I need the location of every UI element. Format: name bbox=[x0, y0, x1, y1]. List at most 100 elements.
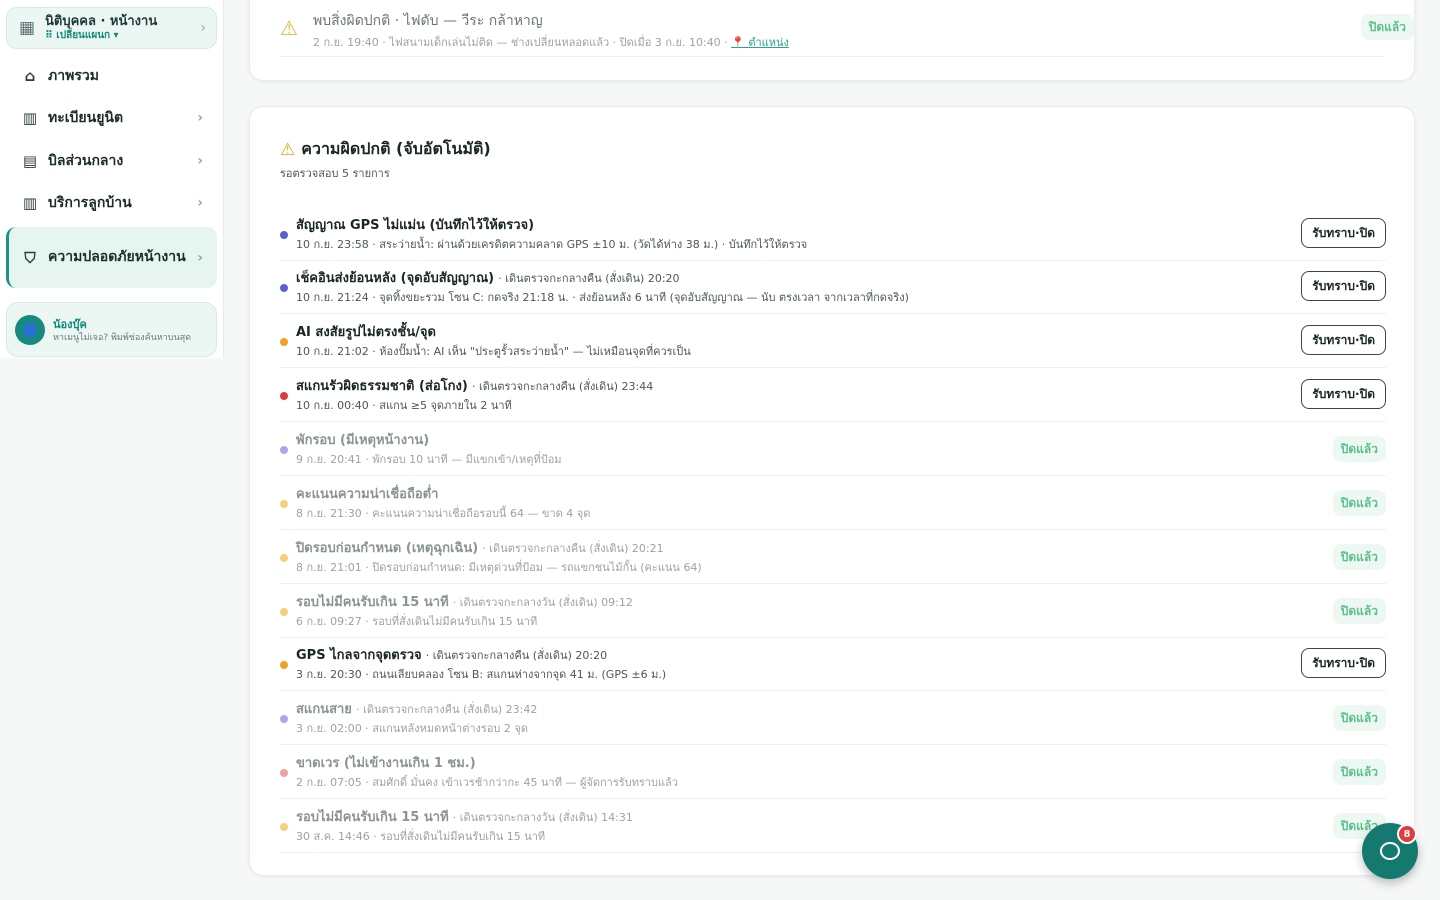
chevron-right-icon: › bbox=[200, 20, 206, 36]
anomaly-row: สแกนรัวผิดธรรมชาติ (ส่อโกง) · เดินตรวจกะ… bbox=[280, 368, 1386, 422]
status-dot bbox=[280, 608, 288, 616]
status-badge: ปิดแล้ว bbox=[1332, 705, 1386, 731]
assistant-hint: หาเมนูไม่เจอ? พิมพ์ช่องค้นหาบนสุด bbox=[53, 332, 192, 343]
anomaly-detail: 8 ก.ย. 21:01 · ปิดรอบก่อนกำหนด: มีเหตุด่… bbox=[296, 561, 702, 574]
status-dot bbox=[280, 231, 288, 239]
location-link[interactable]: 📍 ตำแหน่ง bbox=[731, 36, 789, 49]
anomaly-title: สแกนรัวผิดธรรมชาติ (ส่อโกง) bbox=[296, 379, 468, 394]
building-icon: ▥ bbox=[22, 109, 38, 127]
chevron-right-icon: › bbox=[197, 153, 203, 169]
help-assistant-card[interactable]: น้องบุ๊ค หาเมนูไม่เจอ? พิมพ์ช่องค้นหาบนส… bbox=[6, 302, 217, 357]
section-subtitle: รอตรวจสอบ 5 รายการ bbox=[280, 167, 390, 180]
sidebar-item-label: บริการลูกบ้าน bbox=[48, 195, 132, 211]
status-badge: ปิดแล้ว bbox=[1332, 544, 1386, 570]
anomaly-row: สัญญาณ GPS ไม่แม่น (บันทึกไว้ให้ตรวจ) 10 … bbox=[280, 207, 1386, 261]
status-dot bbox=[280, 338, 288, 346]
status-badge: ปิดแล้ว bbox=[1332, 490, 1386, 516]
divider bbox=[280, 56, 1384, 57]
anomaly-title: พักรอบ (มีเหตุหน้างาน) bbox=[296, 433, 430, 448]
home-icon: ⌂ bbox=[24, 67, 36, 85]
anomaly-row: ปิดรอบก่อนกำหนด (เหตุฉุกเฉิน) · เดินตรวจ… bbox=[280, 530, 1386, 584]
status-badge: ปิดแล้ว bbox=[1332, 598, 1386, 624]
building-icon: ▥ bbox=[22, 194, 38, 212]
anomaly-patrol: · เดินตรวจกะกลางวัน (สั่งเดิน) 09:12 bbox=[452, 596, 633, 609]
status-dot bbox=[280, 446, 288, 454]
incident-card: ⚠ พบสิ่งผิดปกติ · ไฟดับ — วีระ กล้าหาญ 2… bbox=[249, 0, 1415, 81]
anomaly-card: ⚠ ความผิดปกติ (จับอัตโนมัติ) รอตรวจสอบ 5… bbox=[249, 106, 1415, 876]
anomaly-row: รอบไม่มีคนรับเกิน 15 นาที · เดินตรวจกะกล… bbox=[280, 584, 1386, 638]
acknowledge-close-button[interactable]: รับทราบ·ปิด bbox=[1301, 648, 1386, 678]
anomaly-title: รอบไม่มีคนรับเกิน 15 นาที bbox=[296, 810, 449, 825]
anomaly-detail: 8 ก.ย. 21:30 · คะแนนความน่าเชื่อถือรอบนี… bbox=[296, 507, 591, 520]
anomaly-title: สัญญาณ GPS ไม่แม่น (บันทึกไว้ให้ตรวจ) bbox=[296, 218, 535, 233]
anomaly-detail: 6 ก.ย. 09:27 · รอบที่สั่งเดินไม่มีคนรับเ… bbox=[296, 615, 538, 628]
sidebar-item-overview[interactable]: ⌂ ภาพรวม bbox=[6, 61, 217, 91]
anomaly-title: ขาดเวร (ไม่เข้างานเกิน 1 ชม.) bbox=[296, 756, 476, 771]
switch-department-link[interactable]: ⠿ เปลี่ยนแผนก ▾ bbox=[45, 30, 200, 41]
chat-bubble-icon bbox=[1380, 842, 1400, 860]
acknowledge-close-button[interactable]: รับทราบ·ปิด bbox=[1301, 379, 1386, 409]
anomaly-detail: 10 ก.ย. 23:58 · สระว่ายน้ำ: ผ่านด้วยเครด… bbox=[296, 238, 808, 251]
status-dot bbox=[280, 392, 288, 400]
anomaly-patrol: · เดินตรวจกะกลางวัน (สั่งเดิน) 14:31 bbox=[452, 811, 633, 824]
anomaly-patrol: · เดินตรวจกะกลางคืน (สั่งเดิน) 23:44 bbox=[471, 380, 654, 393]
acknowledge-close-button[interactable]: รับทราบ·ปิด bbox=[1301, 218, 1386, 248]
status-dot bbox=[280, 769, 288, 777]
status-dot bbox=[280, 554, 288, 562]
anomaly-title: GPS ไกลจากจุดตรวจ bbox=[296, 648, 422, 663]
incident-detail: 2 ก.ย. 19:40 · ไฟสนามเด็กเล่นไม่ติด — ช่… bbox=[313, 33, 789, 51]
status-dot bbox=[280, 661, 288, 669]
anomaly-title: สแกนสาย bbox=[296, 702, 352, 717]
anomaly-detail: 30 ส.ค. 14:46 · รอบที่สั่งเดินไม่มีคนรับ… bbox=[296, 830, 546, 843]
incident-detail-text: 2 ก.ย. 19:40 · ไฟสนามเด็กเล่นไม่ติด — ช่… bbox=[313, 36, 728, 49]
acknowledge-close-button[interactable]: รับทราบ·ปิด bbox=[1301, 325, 1386, 355]
anomaly-patrol: · เดินตรวจกะกลางคืน (สั่งเดิน) 23:42 bbox=[356, 703, 538, 716]
anomaly-patrol: · เดินตรวจกะกลางคืน (สั่งเดิน) 20:20 bbox=[498, 272, 680, 285]
anomaly-detail: 10 ก.ย. 00:40 · สแกน ≥5 จุดภายใน 2 นาที bbox=[296, 399, 512, 412]
status-dot bbox=[280, 823, 288, 831]
chevron-right-icon: › bbox=[197, 195, 203, 211]
anomaly-detail: 2 ก.ย. 07:05 · สมศักดิ์ มั่นคง เข้าเวรช้… bbox=[296, 776, 678, 789]
sidebar-item-label: ความปลอดภัยหน้างาน bbox=[48, 248, 186, 265]
anomaly-title: รอบไม่มีคนรับเกิน 15 นาที bbox=[296, 595, 449, 610]
status-dot bbox=[280, 715, 288, 723]
assistant-name: น้องบุ๊ค bbox=[53, 317, 87, 331]
sidebar-item-security[interactable]: ⛉ ความปลอดภัยหน้างาน › bbox=[6, 227, 217, 288]
sidebar-item-units[interactable]: ▥ ทะเบียนยูนิต › bbox=[6, 103, 217, 133]
status-dot bbox=[280, 500, 288, 508]
org-switcher[interactable]: ▦ นิติบุคคล · หน้างาน ⠿ เปลี่ยนแผนก ▾ › bbox=[6, 7, 217, 49]
section-title-text: ความผิดปกติ (จับอัตโนมัติ) bbox=[301, 139, 491, 158]
anomaly-patrol: · เดินตรวจกะกลางคืน (สั่งเดิน) 20:20 bbox=[425, 649, 608, 662]
sidebar-item-label: ทะเบียนยูนิต bbox=[48, 110, 124, 126]
sidebar-item-label: บิลส่วนกลาง bbox=[48, 153, 124, 169]
notification-badge: 8 bbox=[1397, 824, 1417, 844]
sidebar-item-label: ภาพรวม bbox=[48, 68, 99, 84]
anomaly-title: เช็คอินส่งย้อนหลัง (จุดอับสัญญาณ) bbox=[296, 271, 495, 286]
anomaly-row: สแกนสาย · เดินตรวจกะกลางคืน (สั่งเดิน) 2… bbox=[280, 691, 1386, 745]
anomaly-detail: 9 ก.ย. 20:41 · พักรอบ 10 นาที — มีแขกเข้… bbox=[296, 453, 562, 466]
acknowledge-close-button[interactable]: รับทราบ·ปิด bbox=[1301, 271, 1386, 301]
anomaly-row: พักรอบ (มีเหตุหน้างาน) 9 ก.ย. 20:41 · พัก… bbox=[280, 422, 1386, 476]
sidebar-item-resident-services[interactable]: ▥ บริการลูกบ้าน › bbox=[6, 188, 217, 218]
anomaly-row: คะแนนความน่าเชื่อถือต่ำ 8 ก.ย. 21:30 · คะ… bbox=[280, 476, 1386, 530]
chevron-right-icon: › bbox=[197, 249, 203, 266]
anomaly-detail: 10 ก.ย. 21:24 · จุดทิ้งขยะรวม โซน C: กดจ… bbox=[296, 291, 909, 304]
anomaly-row: เช็คอินส่งย้อนหลัง (จุดอับสัญญาณ) · เดิน… bbox=[280, 260, 1386, 314]
status-badge: ปิดแล้ว bbox=[1332, 436, 1386, 462]
section-title: ⚠ ความผิดปกติ (จับอัตโนมัติ) bbox=[280, 137, 491, 162]
shield-icon: ⛉ bbox=[24, 248, 36, 267]
anomaly-title: AI สงสัยรูปไม่ตรงชั้น/จุด bbox=[296, 325, 436, 340]
anomaly-row: รอบไม่มีคนรับเกิน 15 นาที · เดินตรวจกะกล… bbox=[280, 799, 1386, 853]
sidebar: ▦ นิติบุคคล · หน้างาน ⠿ เปลี่ยนแผนก ▾ › … bbox=[0, 0, 224, 358]
chevron-right-icon: › bbox=[197, 110, 203, 126]
receipt-icon: ▤ bbox=[22, 152, 38, 170]
anomaly-row: ขาดเวร (ไม่เข้างานเกิน 1 ชม.) 2 ก.ย. 07:0… bbox=[280, 745, 1386, 799]
anomaly-title: ปิดรอบก่อนกำหนด (เหตุฉุกเฉิน) bbox=[296, 541, 479, 556]
status-badge: ปิดแล้ว bbox=[1360, 14, 1414, 40]
status-dot bbox=[280, 284, 288, 292]
anomaly-patrol: · เดินตรวจกะกลางคืน (สั่งเดิน) 20:21 bbox=[482, 542, 664, 555]
building-icon: ▦ bbox=[18, 18, 36, 38]
sidebar-item-bills[interactable]: ▤ บิลส่วนกลาง › bbox=[6, 146, 217, 176]
book-icon bbox=[15, 314, 45, 345]
anomaly-row: GPS ไกลจากจุดตรวจ · เดินตรวจกะกลางคืน (ส… bbox=[280, 637, 1386, 691]
